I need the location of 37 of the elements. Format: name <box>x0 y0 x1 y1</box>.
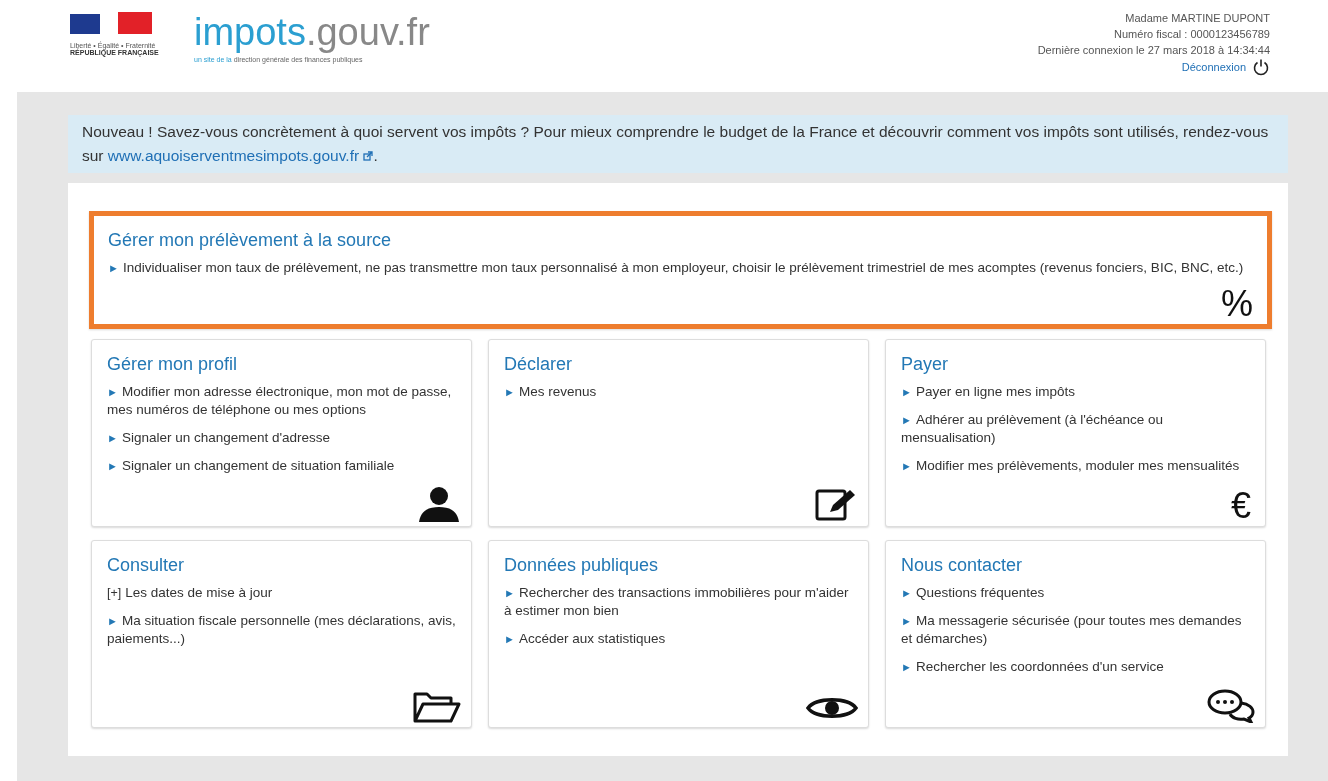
service-link[interactable]: ► Questions fréquentes <box>901 584 1250 602</box>
service-link[interactable]: ► Signaler un changement d'adresse <box>107 429 456 447</box>
percent-icon: % <box>1221 284 1253 324</box>
service-link[interactable]: ► Individualiser mon taux de prélèvement, ne pas transmettre mon taux personnalisé à mon employeur, choisir le prélèvement trimestriel de mes acomptes (revenus fonciers, BIC, BNC, etc.) <box>108 259 1253 277</box>
chat-icon <box>1207 689 1255 723</box>
card-title[interactable]: Gérer mon prélèvement à la source <box>108 230 1253 251</box>
service-link[interactable]: ► Ma situation fiscale personnelle (mes déclarations, avis, paiements...) <box>107 612 456 648</box>
card-title[interactable]: Nous contacter <box>901 555 1250 576</box>
service-link[interactable]: ► Adhérer au prélèvement (à l'échéance ou mensualisation) <box>901 411 1250 447</box>
service-link[interactable]: ► Mes revenus <box>504 383 853 401</box>
edit-icon <box>814 488 858 522</box>
service-link[interactable]: ► Modifier mes prélèvements, moduler mes mensualités <box>901 457 1250 475</box>
service-link[interactable]: ► Accéder aux statistiques <box>504 630 853 648</box>
card-title[interactable]: Gérer mon profil <box>107 354 456 375</box>
service-link[interactable]: ► Payer en ligne mes impôts <box>901 383 1250 401</box>
service-link[interactable]: [+] Les dates de mise à jour <box>107 584 456 602</box>
service-link[interactable]: ► Signaler un changement de situation familiale <box>107 457 456 475</box>
euro-icon: € <box>1230 486 1251 526</box>
user-name: Madame MARTINE DUPONT <box>1125 11 1270 26</box>
card-title[interactable]: Déclarer <box>504 354 853 375</box>
site-logo-text: impots.gouv.fr <box>194 12 430 52</box>
person-icon <box>417 486 461 522</box>
banner-link[interactable]: www.aquoiserventmesimpots.gouv.fr <box>107 147 374 164</box>
logout-link[interactable]: Déconnexion <box>1181 58 1270 76</box>
external-link-icon <box>363 151 374 161</box>
last-login: Dernière connexion le 27 mars 2018 à 14:34:44 <box>1037 43 1270 58</box>
fiscal-number: Numéro fiscal : 0000123456789 <box>1114 27 1270 42</box>
card-title[interactable]: Données publiques <box>504 555 853 576</box>
power-icon <box>1252 58 1270 76</box>
service-link[interactable]: ► Rechercher des transactions immobilières pour m'aider à estimer mon bien <box>504 584 853 620</box>
service-link[interactable]: ► Ma messagerie sécurisée (pour toutes mes demandes et démarches) <box>901 612 1250 648</box>
service-link[interactable]: ► Modifier mon adresse électronique, mon mot de passe, mes numéros de téléphone ou mes options <box>107 383 456 419</box>
banner-text: Nouveau ! Savez-vous concrètement à quoi servent vos impôts ? Pour mieux comprendre le budget de la France et découvrir comment vos impôts sont utilisés, rendez-vous sur www.aquoiserventmesimpots.gouv.fr . <box>82 123 1269 164</box>
card-title[interactable]: Payer <box>901 354 1250 375</box>
card-title[interactable]: Consulter <box>107 555 456 576</box>
service-link[interactable]: ► Rechercher les coordonnées d'un service <box>901 658 1250 676</box>
folder-icon <box>413 691 461 723</box>
